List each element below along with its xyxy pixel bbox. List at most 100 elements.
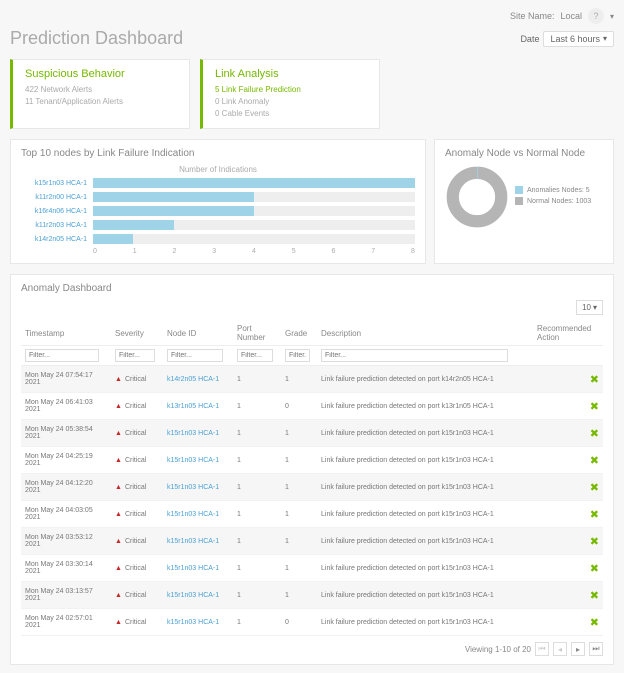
table-cell: ▲Critical <box>111 366 163 393</box>
pager-last[interactable]: ⏭ <box>589 642 603 656</box>
swatch-anomalies <box>515 186 523 194</box>
filter-input[interactable] <box>167 349 223 362</box>
table-cell: ▲Critical <box>111 474 163 501</box>
pager-first[interactable]: ⏮ <box>535 642 549 656</box>
table-cell: k15r1n03 HCA-1 <box>163 555 233 582</box>
date-dropdown[interactable]: Last 6 hours ▾ <box>543 31 614 47</box>
bar-label[interactable]: k15r1n03 HCA-1 <box>21 180 93 187</box>
filter-input[interactable] <box>237 349 273 362</box>
card-line: 0 Link Anomaly <box>215 96 367 108</box>
table-cell: 1 <box>281 582 317 609</box>
table-row[interactable]: Mon May 24 06:41:03 2021▲Criticalk13r1n0… <box>21 393 603 420</box>
table-cell: Mon May 24 03:13:57 2021 <box>21 582 111 609</box>
bar-fill <box>93 220 174 230</box>
filter-input[interactable] <box>115 349 155 362</box>
table-cell: Link failure prediction detected on port… <box>317 501 533 528</box>
bar-row: k14r2n05 HCA-1 <box>21 234 415 244</box>
table-cell: k15r1n03 HCA-1 <box>163 420 233 447</box>
bar-label[interactable]: k11r2n03 HCA-1 <box>21 222 93 229</box>
bar-row: k11r2n03 HCA-1 <box>21 220 415 230</box>
action-icon[interactable]: ✖ <box>590 401 599 413</box>
bar-label[interactable]: k11r2n00 HCA-1 <box>21 194 93 201</box>
action-icon[interactable]: ✖ <box>590 509 599 521</box>
table-row[interactable]: Mon May 24 04:25:19 2021▲Criticalk15r1n0… <box>21 447 603 474</box>
table-cell: ✖ <box>533 474 603 501</box>
action-icon[interactable]: ✖ <box>590 590 599 602</box>
column-header[interactable]: Recommended Action <box>533 321 603 346</box>
table-cell: 1 <box>233 393 281 420</box>
table-cell: ✖ <box>533 582 603 609</box>
filter-input[interactable] <box>321 349 508 362</box>
table-cell: 1 <box>281 555 317 582</box>
action-icon[interactable]: ✖ <box>590 536 599 548</box>
action-icon[interactable]: ✖ <box>590 482 599 494</box>
table-cell: k15r1n03 HCA-1 <box>163 609 233 636</box>
table-row[interactable]: Mon May 24 04:12:20 2021▲Criticalk15r1n0… <box>21 474 603 501</box>
table-cell: 1 <box>233 501 281 528</box>
table-cell: ▲Critical <box>111 582 163 609</box>
date-value: Last 6 hours <box>550 34 600 44</box>
filter-input[interactable] <box>25 349 99 362</box>
action-icon[interactable]: ✖ <box>590 563 599 575</box>
action-icon[interactable]: ✖ <box>590 455 599 467</box>
site-value: Local <box>560 11 582 21</box>
table-cell: Link failure prediction detected on port… <box>317 420 533 447</box>
top-bar: Site Name: Local ? ▾ <box>10 8 614 24</box>
table-cell: k13r1n05 HCA-1 <box>163 393 233 420</box>
warning-icon: ▲ <box>115 619 122 626</box>
bar-chart-panel: Top 10 nodes by Link Failure Indication … <box>10 139 426 264</box>
table-cell: ▲Critical <box>111 555 163 582</box>
table-row[interactable]: Mon May 24 03:30:14 2021▲Criticalk15r1n0… <box>21 555 603 582</box>
warning-icon: ▲ <box>115 403 122 410</box>
table-row[interactable]: Mon May 24 04:03:05 2021▲Criticalk15r1n0… <box>21 501 603 528</box>
summary-card[interactable]: Suspicious Behavior422 Network Alerts11 … <box>10 59 190 129</box>
column-header[interactable]: Node ID <box>163 321 233 346</box>
table-cell: ▲Critical <box>111 528 163 555</box>
x-axis: 012345678 <box>93 248 415 255</box>
table-cell: 1 <box>233 528 281 555</box>
pagesize-dropdown[interactable]: 10 ▾ <box>576 300 603 315</box>
help-icon[interactable]: ? <box>588 8 604 24</box>
summary-card[interactable]: Link Analysis5 Link Failure Prediction0 … <box>200 59 380 129</box>
table-cell: k15r1n03 HCA-1 <box>163 582 233 609</box>
table-cell: ✖ <box>533 501 603 528</box>
table-row[interactable]: Mon May 24 05:38:54 2021▲Criticalk15r1n0… <box>21 420 603 447</box>
table-cell: 1 <box>233 447 281 474</box>
table-row[interactable]: Mon May 24 02:57:01 2021▲Criticalk15r1n0… <box>21 609 603 636</box>
column-header[interactable]: Description <box>317 321 533 346</box>
table-cell: Link failure prediction detected on port… <box>317 447 533 474</box>
table-cell: ▲Critical <box>111 609 163 636</box>
table-row[interactable]: Mon May 24 03:13:57 2021▲Criticalk15r1n0… <box>21 582 603 609</box>
column-header[interactable]: Severity <box>111 321 163 346</box>
filter-input[interactable] <box>285 349 310 362</box>
warning-icon: ▲ <box>115 511 122 518</box>
table-cell: ✖ <box>533 420 603 447</box>
table-cell: 1 <box>233 609 281 636</box>
panel-title: Anomaly Dashboard <box>21 283 603 294</box>
table-cell: ✖ <box>533 555 603 582</box>
card-title: Suspicious Behavior <box>25 68 177 80</box>
table-row[interactable]: Mon May 24 07:54:17 2021▲Criticalk14r2n0… <box>21 366 603 393</box>
bar-label[interactable]: k16r4n06 HCA-1 <box>21 208 93 215</box>
pager-prev[interactable]: ◂ <box>553 642 567 656</box>
action-icon[interactable]: ✖ <box>590 617 599 629</box>
table-row[interactable]: Mon May 24 03:53:12 2021▲Criticalk15r1n0… <box>21 528 603 555</box>
table-cell: 1 <box>281 474 317 501</box>
pager-next[interactable]: ▸ <box>571 642 585 656</box>
table-cell: 1 <box>233 420 281 447</box>
action-icon[interactable]: ✖ <box>590 374 599 386</box>
column-header[interactable]: Grade <box>281 321 317 346</box>
action-icon[interactable]: ✖ <box>590 428 599 440</box>
column-header[interactable]: Port Number <box>233 321 281 346</box>
axis-tick: 3 <box>212 248 216 255</box>
axis-tick: 6 <box>332 248 336 255</box>
chevron-down-icon: ▾ <box>603 34 607 43</box>
table-cell: 1 <box>233 366 281 393</box>
column-header[interactable]: Timestamp <box>21 321 111 346</box>
chevron-down-icon[interactable]: ▾ <box>610 12 614 21</box>
warning-icon: ▲ <box>115 376 122 383</box>
table-cell: 1 <box>233 582 281 609</box>
bar-label[interactable]: k14r2n05 HCA-1 <box>21 236 93 243</box>
date-label: Date <box>520 34 539 44</box>
table-cell: k15r1n03 HCA-1 <box>163 474 233 501</box>
